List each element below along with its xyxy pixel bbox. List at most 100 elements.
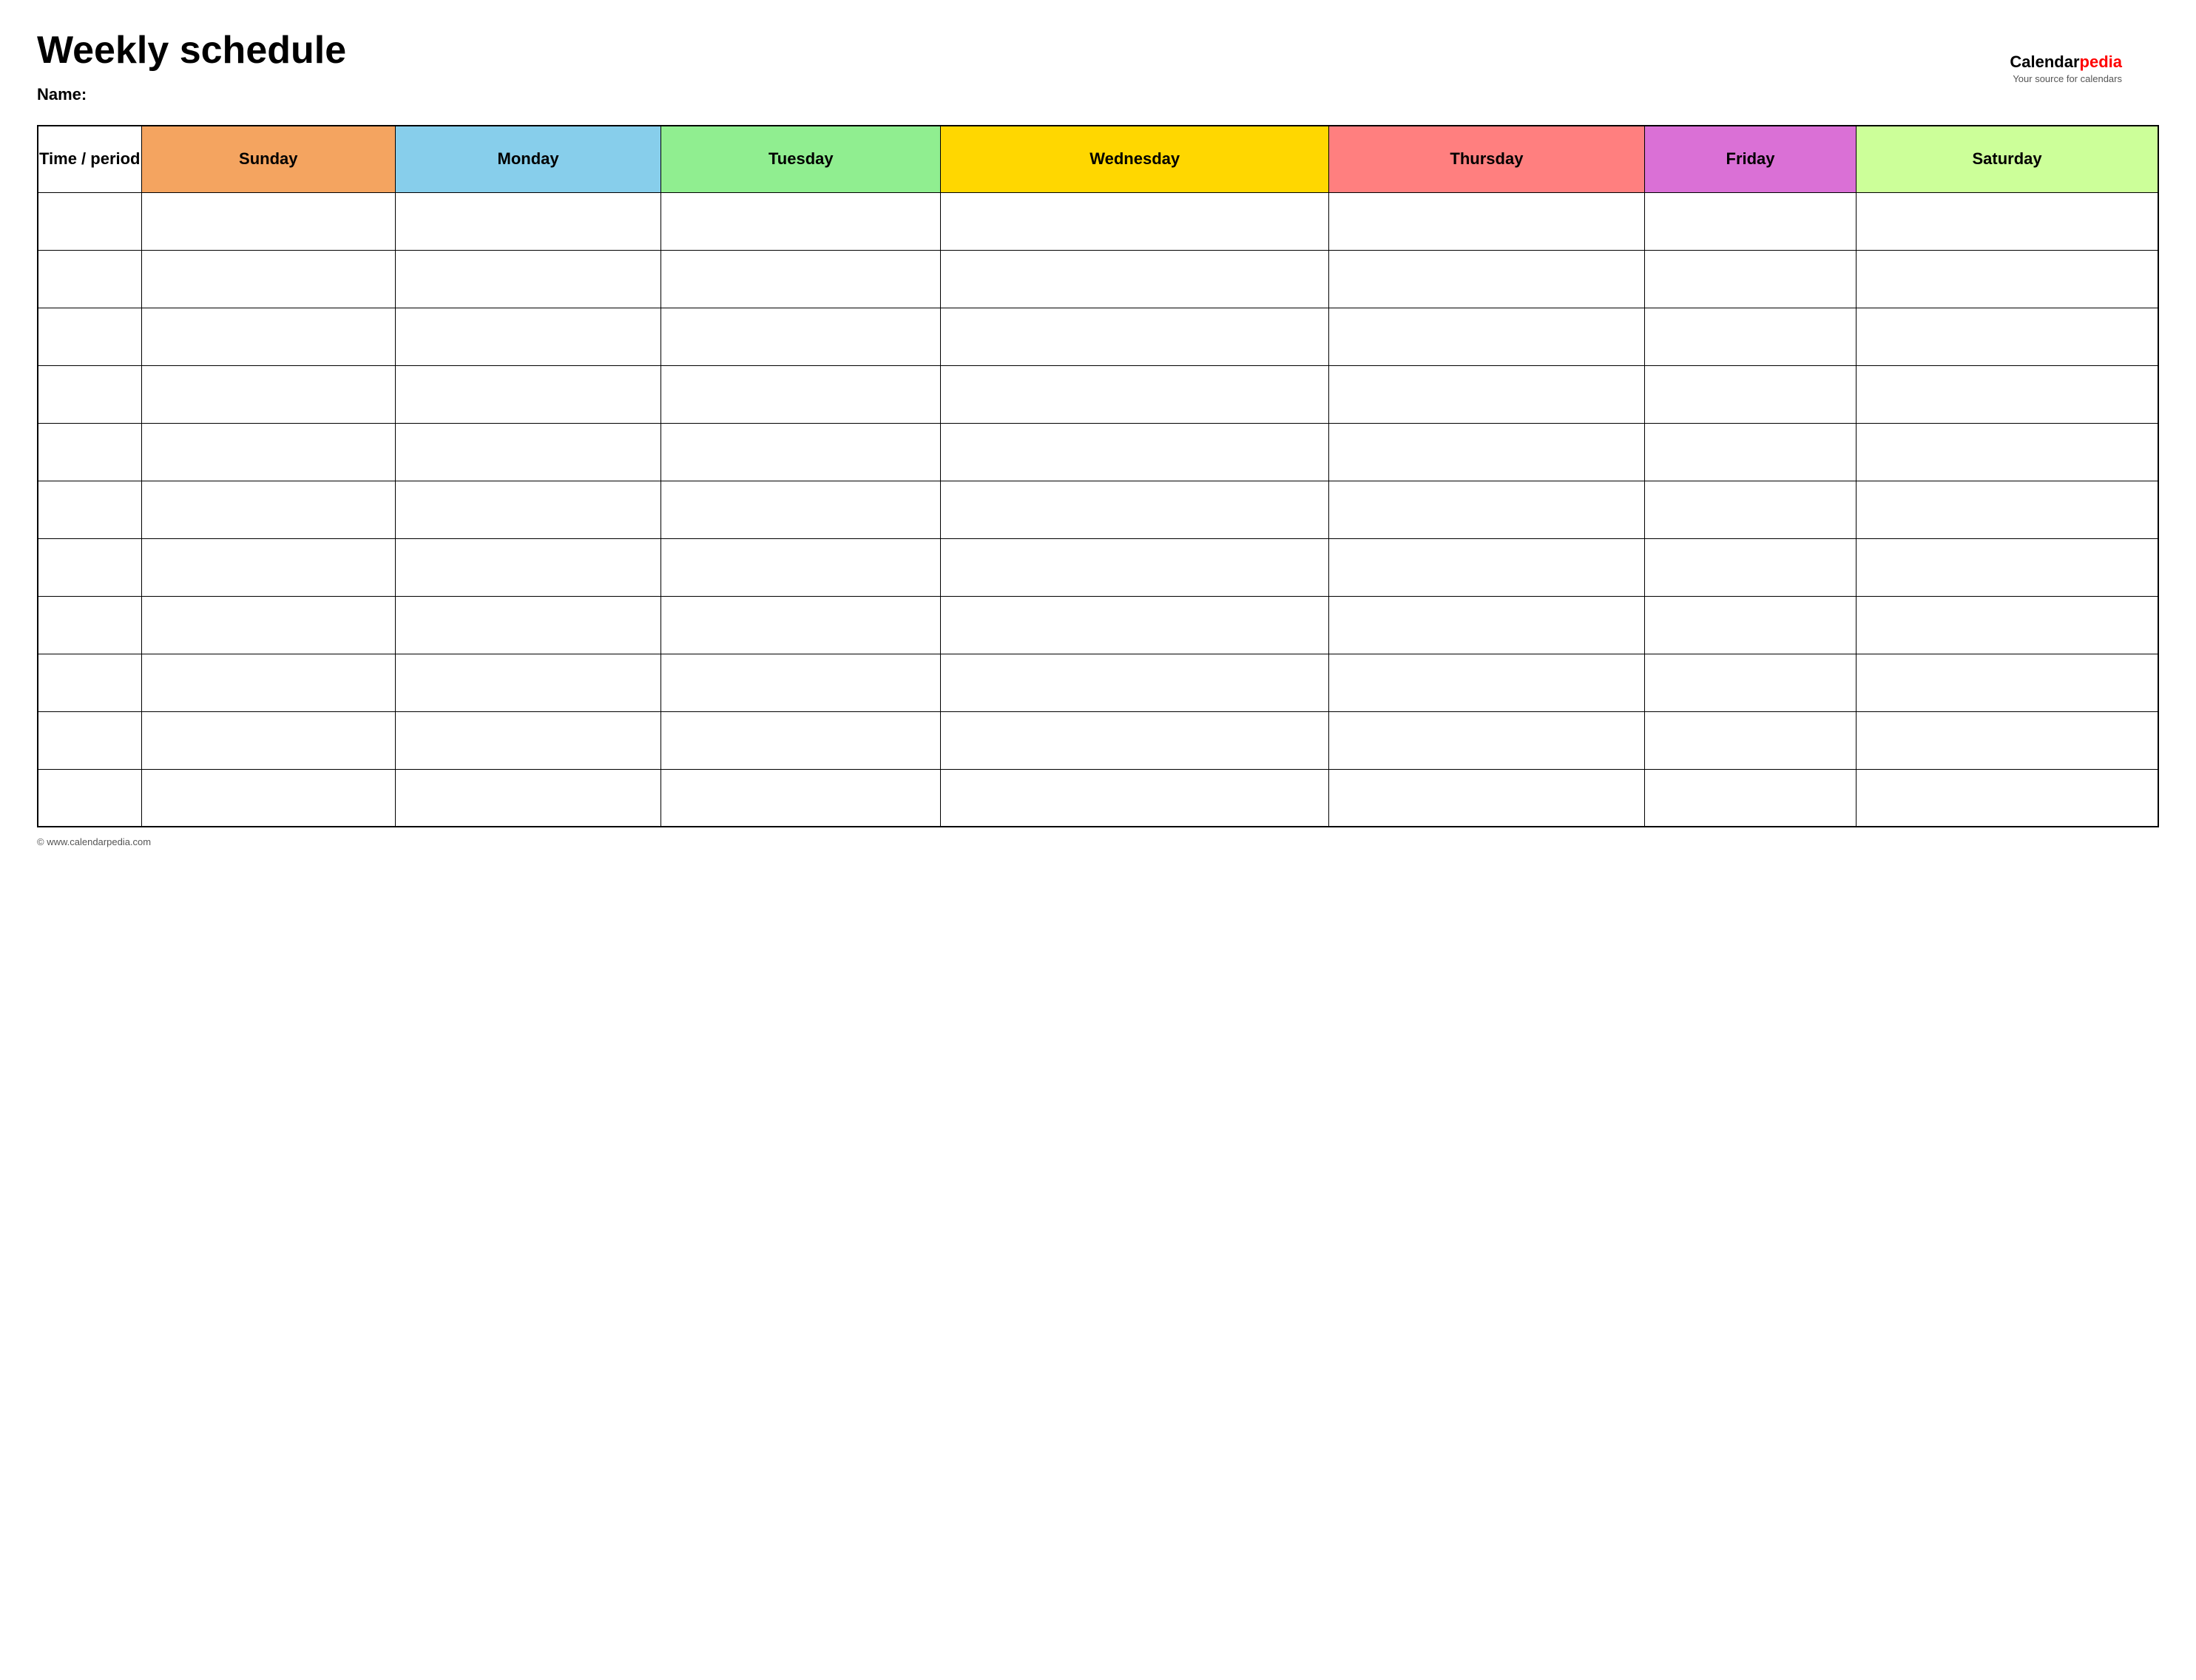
schedule-cell[interactable] (661, 192, 941, 250)
logo-pedia: pedia (2080, 52, 2122, 71)
schedule-cell[interactable] (1644, 481, 1856, 538)
name-label: Name: (37, 85, 2159, 104)
schedule-cell[interactable] (1328, 192, 1644, 250)
schedule-cell[interactable] (1328, 654, 1644, 711)
schedule-cell[interactable] (396, 423, 661, 481)
logo-text: Calendarpedia (2010, 58, 2122, 70)
schedule-cell[interactable] (1644, 308, 1856, 365)
schedule-cell[interactable] (396, 538, 661, 596)
schedule-cell[interactable] (396, 654, 661, 711)
schedule-cell[interactable] (1857, 596, 2158, 654)
schedule-cell[interactable] (141, 711, 396, 769)
schedule-cell[interactable] (396, 596, 661, 654)
schedule-cell[interactable] (1644, 538, 1856, 596)
schedule-cell[interactable] (661, 250, 941, 308)
schedule-cell[interactable] (1857, 711, 2158, 769)
schedule-cell[interactable] (941, 423, 1328, 481)
logo-tagline: Your source for calendars (2010, 73, 2122, 86)
time-cell[interactable] (38, 711, 141, 769)
schedule-cell[interactable] (1328, 423, 1644, 481)
schedule-cell[interactable] (396, 711, 661, 769)
time-cell[interactable] (38, 365, 141, 423)
time-cell[interactable] (38, 250, 141, 308)
table-row (38, 538, 2158, 596)
schedule-cell[interactable] (1857, 654, 2158, 711)
schedule-cell[interactable] (1857, 250, 2158, 308)
schedule-cell[interactable] (941, 481, 1328, 538)
schedule-cell[interactable] (1644, 365, 1856, 423)
schedule-cell[interactable] (941, 769, 1328, 827)
schedule-cell[interactable] (141, 250, 396, 308)
schedule-cell[interactable] (1857, 481, 2158, 538)
schedule-cell[interactable] (1328, 596, 1644, 654)
schedule-cell[interactable] (941, 596, 1328, 654)
time-cell[interactable] (38, 481, 141, 538)
schedule-cell[interactable] (661, 481, 941, 538)
schedule-cell[interactable] (141, 481, 396, 538)
schedule-cell[interactable] (661, 538, 941, 596)
schedule-cell[interactable] (941, 538, 1328, 596)
time-cell[interactable] (38, 308, 141, 365)
schedule-cell[interactable] (141, 769, 396, 827)
schedule-cell[interactable] (1328, 711, 1644, 769)
schedule-cell[interactable] (396, 192, 661, 250)
table-row (38, 423, 2158, 481)
schedule-cell[interactable] (941, 711, 1328, 769)
table-row (38, 308, 2158, 365)
schedule-cell[interactable] (396, 308, 661, 365)
header-thursday: Thursday (1328, 126, 1644, 192)
schedule-cell[interactable] (141, 192, 396, 250)
schedule-cell[interactable] (1857, 423, 2158, 481)
table-row (38, 192, 2158, 250)
schedule-cell[interactable] (661, 769, 941, 827)
schedule-cell[interactable] (1328, 308, 1644, 365)
schedule-cell[interactable] (1857, 308, 2158, 365)
schedule-cell[interactable] (1644, 769, 1856, 827)
time-cell[interactable] (38, 423, 141, 481)
schedule-cell[interactable] (141, 538, 396, 596)
schedule-cell[interactable] (1328, 538, 1644, 596)
schedule-cell[interactable] (1857, 365, 2158, 423)
schedule-cell[interactable] (1328, 481, 1644, 538)
schedule-cell[interactable] (1857, 192, 2158, 250)
table-row (38, 481, 2158, 538)
schedule-cell[interactable] (1644, 192, 1856, 250)
schedule-cell[interactable] (941, 308, 1328, 365)
schedule-cell[interactable] (1328, 769, 1644, 827)
time-cell[interactable] (38, 538, 141, 596)
schedule-cell[interactable] (141, 423, 396, 481)
schedule-cell[interactable] (661, 365, 941, 423)
schedule-cell[interactable] (1328, 365, 1644, 423)
header-saturday: Saturday (1857, 126, 2158, 192)
header-row: Time / period Sunday Monday Tuesday Wedn… (38, 126, 2158, 192)
schedule-cell[interactable] (396, 365, 661, 423)
schedule-cell[interactable] (1644, 654, 1856, 711)
schedule-cell[interactable] (141, 308, 396, 365)
schedule-cell[interactable] (1644, 423, 1856, 481)
schedule-cell[interactable] (1644, 711, 1856, 769)
schedule-cell[interactable] (141, 654, 396, 711)
schedule-cell[interactable] (661, 711, 941, 769)
schedule-cell[interactable] (941, 365, 1328, 423)
schedule-cell[interactable] (661, 308, 941, 365)
schedule-cell[interactable] (396, 250, 661, 308)
time-cell[interactable] (38, 769, 141, 827)
schedule-cell[interactable] (1857, 769, 2158, 827)
time-cell[interactable] (38, 596, 141, 654)
schedule-cell[interactable] (1644, 250, 1856, 308)
schedule-cell[interactable] (941, 250, 1328, 308)
time-cell[interactable] (38, 192, 141, 250)
schedule-cell[interactable] (1328, 250, 1644, 308)
schedule-cell[interactable] (661, 596, 941, 654)
schedule-cell[interactable] (141, 365, 396, 423)
schedule-cell[interactable] (141, 596, 396, 654)
schedule-cell[interactable] (396, 481, 661, 538)
schedule-cell[interactable] (941, 654, 1328, 711)
schedule-cell[interactable] (1857, 538, 2158, 596)
schedule-cell[interactable] (396, 769, 661, 827)
schedule-cell[interactable] (941, 192, 1328, 250)
schedule-cell[interactable] (1644, 596, 1856, 654)
schedule-cell[interactable] (661, 654, 941, 711)
time-cell[interactable] (38, 654, 141, 711)
schedule-cell[interactable] (661, 423, 941, 481)
